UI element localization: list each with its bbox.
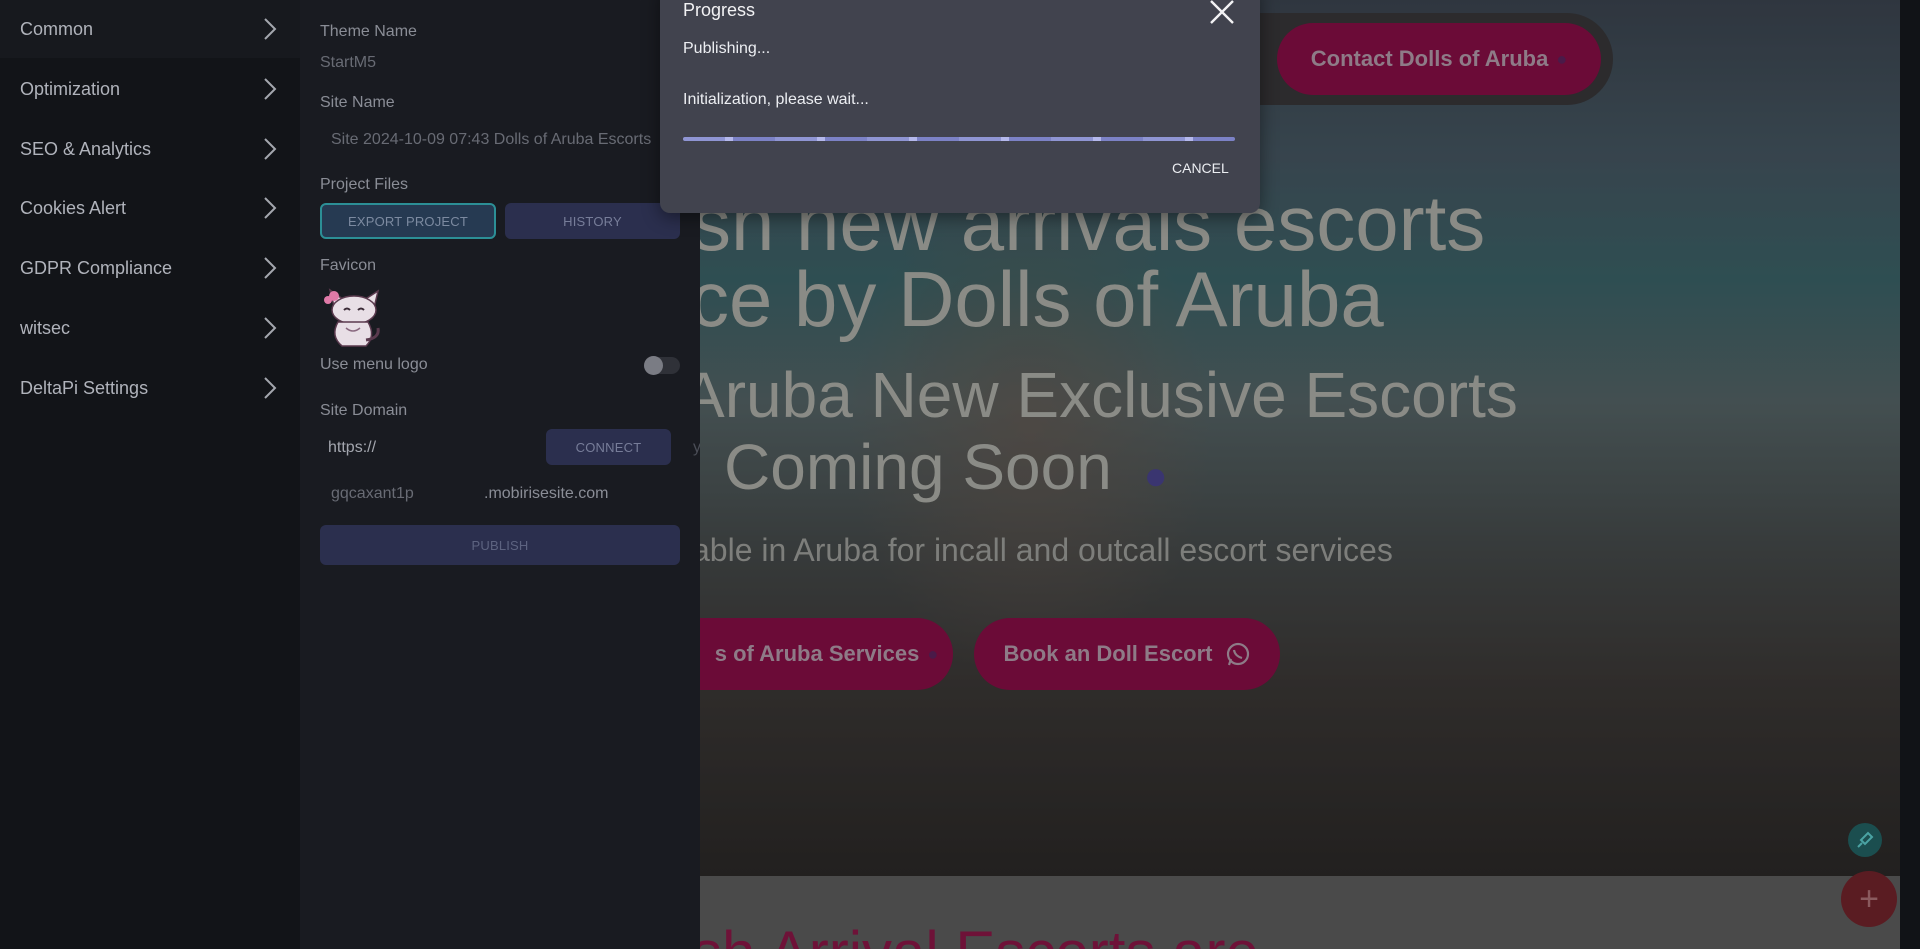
chevron-right-icon [264, 317, 277, 339]
chevron-right-icon [264, 18, 277, 40]
coming-soon-text: Coming Soon [724, 431, 1112, 503]
menu-item-cookies-alert[interactable]: Cookies Alert [0, 179, 300, 237]
hero-heading-line-2: Coming Soon ● [724, 430, 1168, 504]
site-domain-label: Site Domain [320, 402, 408, 419]
site-name-field[interactable]: Site 2024-10-09 07:43 Dolls of Aruba Esc… [331, 131, 651, 149]
theme-name-value: StartM5 [320, 54, 377, 71]
close-icon[interactable] [1207, 0, 1237, 27]
progress-dialog: Progress Publishing... Initialization, p… [660, 0, 1260, 213]
menu-item-label: Common [20, 18, 94, 39]
menu-item-witsec[interactable]: witsec [0, 299, 300, 357]
plus-icon: + [1859, 879, 1879, 918]
use-menu-logo-label: Use menu logo [320, 356, 428, 373]
progress-bar [683, 137, 1235, 141]
cancel-button[interactable]: CANCEL [1172, 160, 1229, 176]
connect-domain-button[interactable]: CONNECT [546, 429, 671, 465]
chevron-right-icon [264, 138, 277, 160]
menu-item-label: witsec [20, 317, 71, 338]
paw-icon: ●︎ [1556, 48, 1568, 69]
domain-prefix: https:// [328, 439, 377, 456]
favicon-cat-icon[interactable] [320, 286, 386, 352]
section-heading: sh Arrival Escorts are [700, 918, 1259, 949]
site-name-label: Site Name [320, 94, 395, 111]
menu-item-label: GDPR Compliance [20, 257, 173, 278]
dialog-status: Publishing... [683, 40, 771, 57]
menu-item-deltapi-settings[interactable]: DeltaPi Settings [0, 359, 300, 417]
site-settings-panel: Theme Name StartM5 Site Name Site 2024-1… [300, 0, 845, 949]
paw-icon: ● [927, 643, 939, 664]
book-button-label: Book an Doll Escort [1003, 641, 1213, 666]
settings-category-menu: Common Optimization SEO & Analytics Cook… [0, 0, 300, 949]
services-button-label: s of Aruba Services [714, 641, 920, 666]
services-button[interactable]: s of Aruba Services ● [700, 618, 953, 690]
hero-heading-line-1: Aruba New Exclusive Escorts [700, 359, 1518, 431]
history-button[interactable]: HISTORY [505, 203, 680, 239]
dialog-message: Initialization, please wait... [683, 91, 869, 108]
hero-subtitle: able in Aruba for incall and outcall esc… [700, 532, 1393, 568]
whatsapp-icon [1226, 642, 1249, 666]
menu-item-common[interactable]: Common [0, 0, 300, 58]
chevron-right-icon [264, 377, 277, 399]
publish-button[interactable]: PUBLISH [320, 525, 680, 565]
theme-name-label: Theme Name [320, 23, 417, 40]
menu-item-label: Optimization [20, 78, 121, 99]
export-project-button[interactable]: EXPORT PROJECT [320, 203, 496, 239]
menu-item-gdpr-compliance[interactable]: GDPR Compliance [0, 239, 300, 297]
menu-item-label: SEO & Analytics [20, 138, 152, 159]
book-escort-button[interactable]: Book an Doll Escort [974, 618, 1280, 690]
project-files-label: Project Files [320, 176, 409, 193]
use-menu-logo-toggle[interactable] [644, 356, 680, 375]
menu-item-seo-analytics[interactable]: SEO & Analytics [0, 120, 300, 178]
subdomain-suffix: .mobirisesite.com [484, 485, 609, 502]
contact-button-label: Contact Dolls of Aruba [1310, 46, 1549, 71]
dialog-title: Progress [683, 0, 756, 20]
chevron-right-icon [264, 197, 277, 219]
chevron-right-icon [264, 78, 277, 100]
contact-button[interactable]: Contact Dolls of Aruba ●︎ [1277, 23, 1601, 95]
brush-icon [1857, 831, 1874, 848]
menu-item-label: DeltaPi Settings [20, 377, 149, 398]
menu-item-optimization[interactable]: Optimization [0, 60, 300, 118]
favicon-label: Favicon [320, 257, 377, 274]
add-block-button[interactable]: + [1841, 871, 1897, 927]
paw-icon: ● [1143, 454, 1168, 498]
hero-title-line-2: ce by Dolls of Aruba [700, 255, 1384, 343]
edit-block-button[interactable] [1848, 823, 1882, 857]
subdomain-field[interactable]: gqcaxant1p [331, 485, 414, 503]
menu-item-label: Cookies Alert [20, 197, 127, 218]
toggle-knob [644, 356, 663, 375]
chevron-right-icon [264, 257, 277, 279]
